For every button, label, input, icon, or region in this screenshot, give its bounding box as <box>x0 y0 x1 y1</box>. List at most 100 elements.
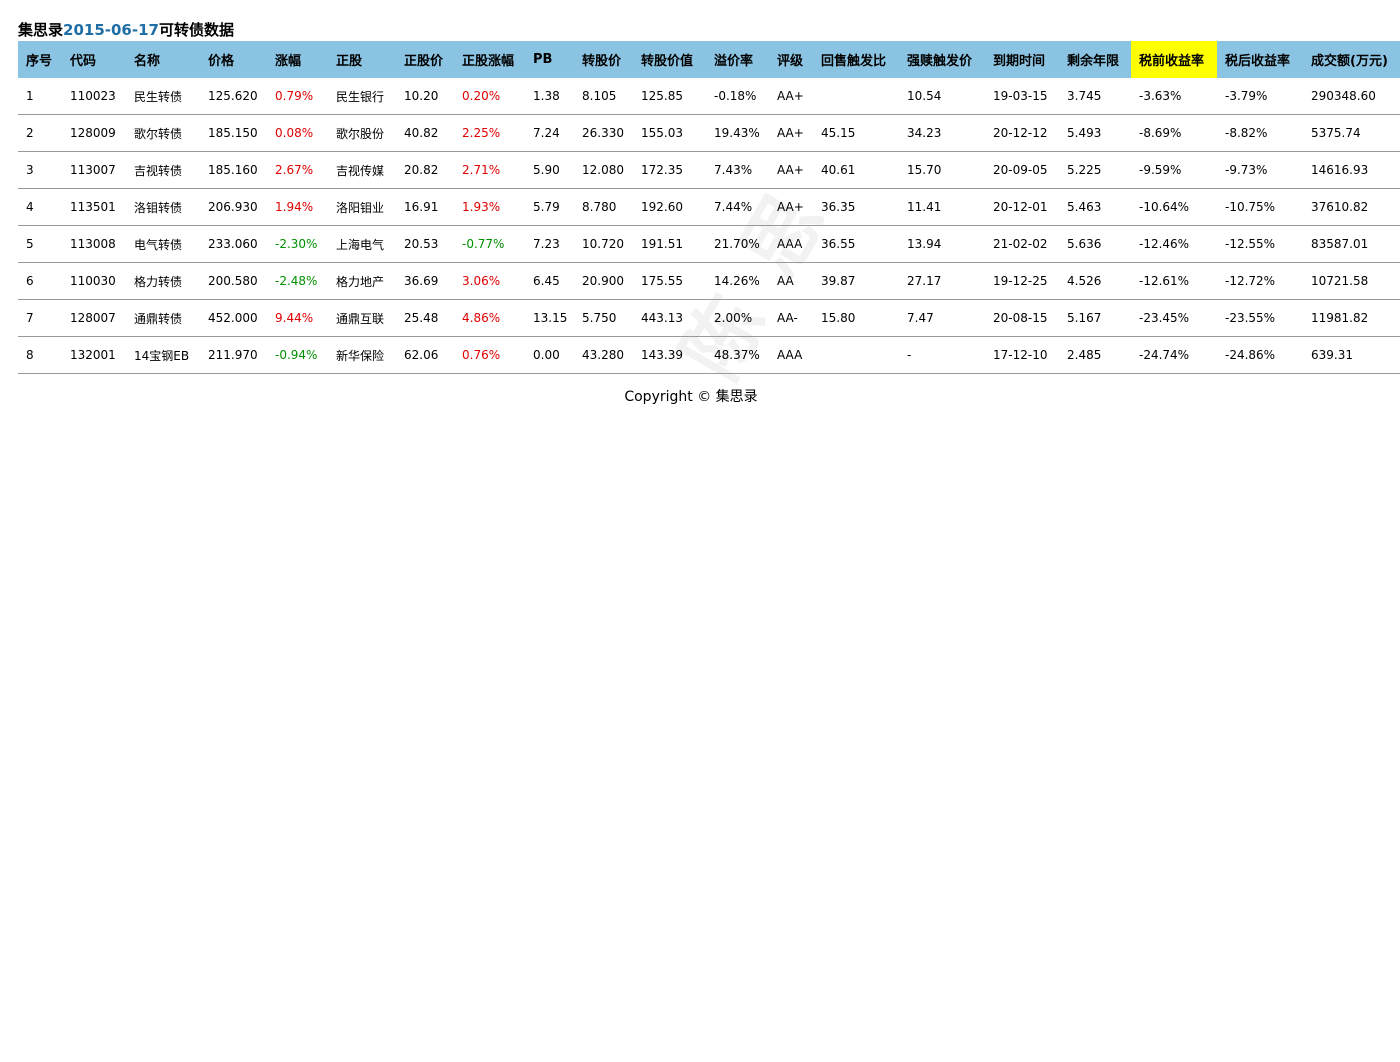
column-header[interactable]: 强赎触发价 <box>899 41 985 78</box>
table-cell: 172.35 <box>633 151 706 189</box>
table-cell: 21-02-02 <box>985 225 1059 263</box>
table-cell: 16.91 <box>396 188 454 226</box>
table-cell: 20-12-01 <box>985 188 1059 226</box>
column-header[interactable]: 正股涨幅 <box>454 41 525 78</box>
table-cell[interactable]: 吉视转债 <box>126 151 200 189</box>
table-cell[interactable]: 通鼎转债 <box>126 299 200 337</box>
column-header[interactable]: PB <box>525 41 574 78</box>
table-cell: 0.76% <box>454 336 525 374</box>
table-cell: 191.51 <box>633 225 706 263</box>
table-cell: 8.105 <box>574 78 633 115</box>
column-header[interactable]: 价格 <box>200 41 267 78</box>
column-header[interactable]: 名称 <box>126 41 200 78</box>
table-cell: 185.150 <box>200 114 267 152</box>
table-cell[interactable]: 110023 <box>62 78 126 115</box>
table-row[interactable]: 3 113007 吉视转债 185.160 2.67% 吉视传媒 20.82 2.71% 5.9… <box>18 151 1400 189</box>
table-cell[interactable]: 110030 <box>62 262 126 300</box>
column-header[interactable]: 剩余年限 <box>1059 41 1131 78</box>
table-cell[interactable]: 132001 <box>62 336 126 374</box>
table-row[interactable]: 8 132001 14宝钢EB 211.970 -0.94% 新华保险 62.06 0.76%… <box>18 336 1400 374</box>
table-cell: 6.45 <box>525 262 574 300</box>
table-cell: 2.00% <box>706 299 769 337</box>
column-header[interactable]: 转股价值 <box>633 41 706 78</box>
table-cell: 13.15 <box>525 299 574 337</box>
table-cell[interactable]: 113501 <box>62 188 126 226</box>
table-row[interactable]: 6 110030 格力转债 200.580 -2.48% 格力地产 36.69 3.06% 6.… <box>18 262 1400 300</box>
table-row[interactable]: 4 113501 洛钼转债 206.930 1.94% 洛阳钼业 16.91 1.93% 5.7… <box>18 188 1400 226</box>
column-header[interactable]: 涨幅 <box>267 41 328 78</box>
column-header[interactable]: 税后收益率 <box>1217 41 1303 78</box>
table-cell: AA+ <box>769 114 813 152</box>
table-cell: 0.79% <box>267 78 328 115</box>
table-cell[interactable]: 歌尔股份 <box>328 114 396 152</box>
table-cell: -0.77% <box>454 225 525 263</box>
bond-table: 序号 代码 名称 价格 涨幅 正股 正股价 正股涨幅 PB 转股价 转股价值 溢价率 评级 回售触发比 强赎… <box>18 41 1400 374</box>
table-cell: 5.90 <box>525 151 574 189</box>
table-cell: 452.000 <box>200 299 267 337</box>
table-cell: 25.48 <box>396 299 454 337</box>
table-cell: 12.080 <box>574 151 633 189</box>
table-cell: 27.17 <box>899 262 985 300</box>
table-cell[interactable]: 128009 <box>62 114 126 152</box>
table-cell[interactable]: 电气转债 <box>126 225 200 263</box>
table-cell[interactable]: 通鼎互联 <box>328 299 396 337</box>
table-cell: 200.580 <box>200 262 267 300</box>
table-cell[interactable]: 14宝钢EB <box>126 336 200 374</box>
column-header[interactable]: 税前收益率 <box>1131 41 1217 78</box>
table-cell: 36.55 <box>813 225 899 263</box>
table-cell: 20-08-15 <box>985 299 1059 337</box>
table-row[interactable]: 7 128007 通鼎转债 452.000 9.44% 通鼎互联 25.48 4.86% 13.… <box>18 299 1400 337</box>
table-cell: -24.74% <box>1131 336 1217 374</box>
table-cell[interactable]: 歌尔转债 <box>126 114 200 152</box>
table-cell[interactable]: 格力转债 <box>126 262 200 300</box>
table-cell[interactable]: 新华保险 <box>328 336 396 374</box>
table-cell[interactable]: 128007 <box>62 299 126 337</box>
table-cell: 175.55 <box>633 262 706 300</box>
table-cell[interactable]: 民生转债 <box>126 78 200 115</box>
table-cell: 4.86% <box>454 299 525 337</box>
table-cell: 19-12-25 <box>985 262 1059 300</box>
table-cell[interactable]: 上海电气 <box>328 225 396 263</box>
table-cell: -2.48% <box>267 262 328 300</box>
column-header[interactable]: 代码 <box>62 41 126 78</box>
table-cell: 20.900 <box>574 262 633 300</box>
table-cell: - <box>899 336 985 374</box>
table-row[interactable]: 5 113008 电气转债 233.060 -2.30% 上海电气 20.53 -0.77% 7… <box>18 225 1400 263</box>
table-cell: 43.280 <box>574 336 633 374</box>
table-cell: 3.745 <box>1059 78 1131 115</box>
table-cell[interactable]: 民生银行 <box>328 78 396 115</box>
table-cell: 21.70% <box>706 225 769 263</box>
table-cell[interactable]: 113007 <box>62 151 126 189</box>
table-row[interactable]: 1 110023 民生转债 125.620 0.79% 民生银行 10.20 0.20% 1.3… <box>18 78 1400 115</box>
table-cell: 5.225 <box>1059 151 1131 189</box>
column-header[interactable]: 成交额(万元) <box>1303 41 1400 78</box>
column-header[interactable]: 序号 <box>18 41 62 78</box>
table-cell: 211.970 <box>200 336 267 374</box>
column-header[interactable]: 正股 <box>328 41 396 78</box>
table-cell: 19-03-15 <box>985 78 1059 115</box>
table-cell: 83587.01 <box>1303 225 1400 263</box>
table-cell: 5 <box>18 225 62 263</box>
table-cell: -12.61% <box>1131 262 1217 300</box>
column-header[interactable]: 到期时间 <box>985 41 1059 78</box>
table-cell: 7 <box>18 299 62 337</box>
table-cell: 5.463 <box>1059 188 1131 226</box>
table-cell: 7.43% <box>706 151 769 189</box>
column-header[interactable]: 溢价率 <box>706 41 769 78</box>
table-cell[interactable]: 113008 <box>62 225 126 263</box>
table-cell: 155.03 <box>633 114 706 152</box>
column-header[interactable]: 评级 <box>769 41 813 78</box>
column-header[interactable]: 回售触发比 <box>813 41 899 78</box>
table-cell: -3.63% <box>1131 78 1217 115</box>
table-cell: 639.31 <box>1303 336 1400 374</box>
table-row[interactable]: 2 128009 歌尔转债 185.150 0.08% 歌尔股份 40.82 2.25% 7.2… <box>18 114 1400 152</box>
table-cell: -0.18% <box>706 78 769 115</box>
table-cell[interactable]: 吉视传媒 <box>328 151 396 189</box>
table-cell[interactable]: 洛钼转债 <box>126 188 200 226</box>
table-cell[interactable]: 洛阳钼业 <box>328 188 396 226</box>
table-cell: 7.23 <box>525 225 574 263</box>
column-header[interactable]: 转股价 <box>574 41 633 78</box>
table-cell[interactable]: 格力地产 <box>328 262 396 300</box>
table-cell: 26.330 <box>574 114 633 152</box>
column-header[interactable]: 正股价 <box>396 41 454 78</box>
